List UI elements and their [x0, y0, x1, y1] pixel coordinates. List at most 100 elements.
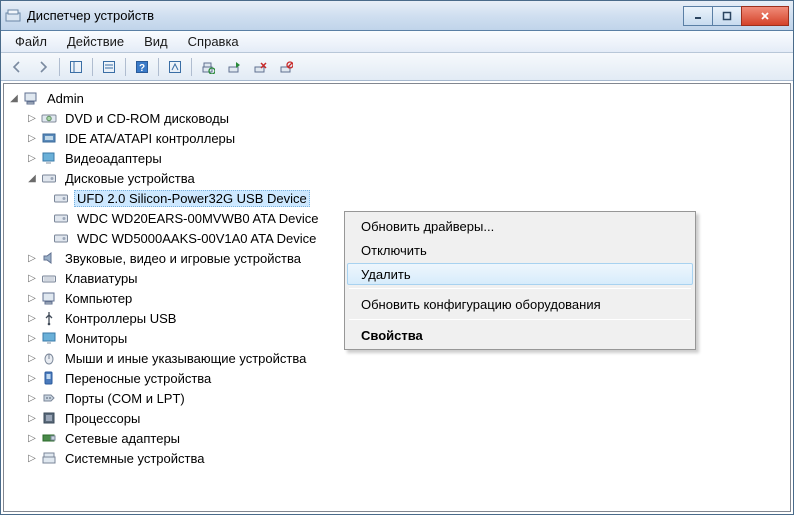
ctx-update-drivers[interactable]: Обновить драйверы... [347, 214, 693, 238]
tree-node-disk-child[interactable]: UFD 2.0 Silicon-Power32G USB Device [6, 188, 788, 208]
tree-node-label: Порты (COM и LPT) [62, 390, 188, 407]
disk-drive-icon [40, 170, 58, 186]
network-adapter-icon [40, 430, 58, 446]
properties-button[interactable] [97, 56, 121, 78]
tree-root[interactable]: ◢ Admin [6, 88, 788, 108]
update-driver-button[interactable] [222, 56, 246, 78]
tree-node-label: Клавиатуры [62, 270, 141, 287]
app-icon [5, 8, 21, 24]
tree-node-label: Системные устройства [62, 450, 207, 467]
disk-drive-icon [52, 230, 70, 246]
sound-icon [40, 250, 58, 266]
tree-node-ide[interactable]: ▷ IDE ATA/ATAPI контроллеры [6, 128, 788, 148]
context-menu-separator [349, 319, 691, 320]
window-controls [684, 6, 789, 26]
svg-text:?: ? [139, 63, 145, 74]
expand-icon[interactable]: ▷ [26, 112, 38, 124]
window-title: Диспетчер устройств [27, 8, 684, 23]
expand-icon[interactable]: ▷ [26, 252, 38, 264]
usb-icon [40, 310, 58, 326]
tree-node-label: Контроллеры USB [62, 310, 179, 327]
mouse-icon [40, 350, 58, 366]
computer-icon [22, 90, 40, 106]
back-button[interactable] [5, 56, 29, 78]
tree-node-label: UFD 2.0 Silicon-Power32G USB Device [74, 190, 310, 207]
expand-icon[interactable]: ▷ [26, 272, 38, 284]
portable-device-icon [40, 370, 58, 386]
port-icon [40, 390, 58, 406]
menu-file[interactable]: Файл [5, 31, 57, 52]
menu-help[interactable]: Справка [178, 31, 249, 52]
toolbar-separator [158, 58, 159, 76]
tree-node-disk-drives[interactable]: ◢ Дисковые устройства [6, 168, 788, 188]
titlebar: Диспетчер устройств [1, 1, 793, 31]
expand-icon[interactable]: ▷ [26, 132, 38, 144]
collapse-icon[interactable]: ◢ [26, 172, 38, 184]
system-device-icon [40, 450, 58, 466]
ctx-properties[interactable]: Свойства [347, 323, 693, 347]
toolbar-separator [92, 58, 93, 76]
keyboard-icon [40, 270, 58, 286]
tree-node-label: IDE ATA/ATAPI контроллеры [62, 130, 238, 147]
tree-node-label: Мыши и иные указывающие устройства [62, 350, 309, 367]
display-adapter-icon [40, 150, 58, 166]
context-menu: Обновить драйверы... Отключить Удалить О… [344, 211, 696, 350]
collapse-icon[interactable]: ◢ [8, 92, 20, 104]
forward-button[interactable] [31, 56, 55, 78]
tree-node-label: Переносные устройства [62, 370, 214, 387]
expand-icon[interactable]: ▷ [26, 352, 38, 364]
scan-hardware-button[interactable] [196, 56, 220, 78]
menubar: Файл Действие Вид Справка [1, 31, 793, 53]
tree-node-label: Дисковые устройства [62, 170, 198, 187]
expand-icon[interactable]: ▷ [26, 292, 38, 304]
tree-node-dvd[interactable]: ▷ DVD и CD-ROM дисководы [6, 108, 788, 128]
disk-drive-icon [52, 210, 70, 226]
tree-node-video[interactable]: ▷ Видеоадаптеры [6, 148, 788, 168]
uninstall-button[interactable] [248, 56, 272, 78]
processor-icon [40, 410, 58, 426]
ide-controller-icon [40, 130, 58, 146]
help-button[interactable]: ? [130, 56, 154, 78]
computer-icon [40, 290, 58, 306]
tree-node-label: Мониторы [62, 330, 130, 347]
ctx-disable[interactable]: Отключить [347, 238, 693, 262]
expand-icon[interactable]: ▷ [26, 372, 38, 384]
menu-view[interactable]: Вид [134, 31, 178, 52]
tree-node-mice[interactable]: ▷ Мыши и иные указывающие устройства [6, 348, 788, 368]
disable-button[interactable] [274, 56, 298, 78]
expand-icon[interactable]: ▷ [26, 452, 38, 464]
expand-icon[interactable]: ▷ [26, 332, 38, 344]
close-button[interactable] [741, 6, 789, 26]
toolbar-separator [125, 58, 126, 76]
tree-node-label: Звуковые, видео и игровые устройства [62, 250, 304, 267]
tree-node-label: DVD и CD-ROM дисководы [62, 110, 232, 127]
ctx-scan-hardware[interactable]: Обновить конфигурацию оборудования [347, 292, 693, 316]
tree-node-portable[interactable]: ▷ Переносные устройства [6, 368, 788, 388]
show-hide-tree-button[interactable] [64, 56, 88, 78]
expand-icon[interactable]: ▷ [26, 392, 38, 404]
menu-action[interactable]: Действие [57, 31, 134, 52]
tree-node-network[interactable]: ▷ Сетевые адаптеры [6, 428, 788, 448]
toolbar: ? [1, 53, 793, 81]
minimize-button[interactable] [683, 6, 713, 26]
tree-node-label: WDC WD20EARS-00MVWB0 ATA Device [74, 210, 322, 227]
tree-node-label: WDC WD5000AAKS-00V1A0 ATA Device [74, 230, 319, 247]
dvd-drive-icon [40, 110, 58, 126]
toolbar-separator [59, 58, 60, 76]
expand-icon[interactable]: ▷ [26, 152, 38, 164]
ctx-delete[interactable]: Удалить [347, 263, 693, 285]
tree-node-label: Компьютер [62, 290, 135, 307]
expand-icon[interactable]: ▷ [26, 312, 38, 324]
tree-node-label: Admin [44, 90, 87, 107]
tree-node-label: Процессоры [62, 410, 143, 427]
tree-node-processors[interactable]: ▷ Процессоры [6, 408, 788, 428]
expand-icon[interactable]: ▷ [26, 412, 38, 424]
tree-node-label: Видеоадаптеры [62, 150, 165, 167]
context-menu-separator [349, 288, 691, 289]
expand-icon[interactable]: ▷ [26, 432, 38, 444]
tree-node-ports[interactable]: ▷ Порты (COM и LPT) [6, 388, 788, 408]
maximize-button[interactable] [712, 6, 742, 26]
tree-node-system[interactable]: ▷ Системные устройства [6, 448, 788, 468]
show-hidden-devices-button[interactable] [163, 56, 187, 78]
tree-node-label: Сетевые адаптеры [62, 430, 183, 447]
